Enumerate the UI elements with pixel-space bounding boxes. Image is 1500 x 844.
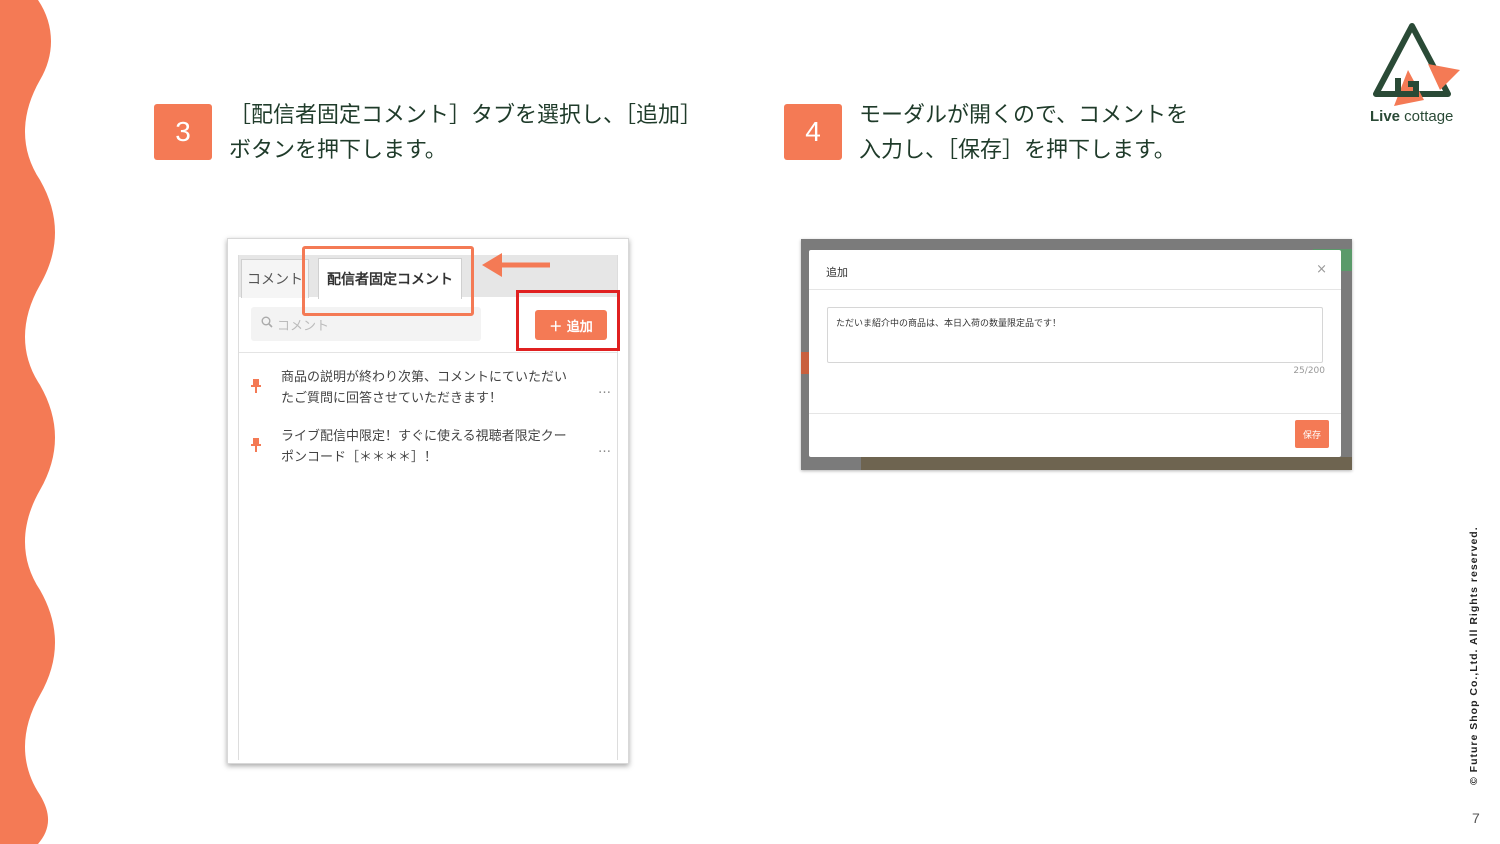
tab-comment[interactable]: コメント [241,259,309,298]
page-number: 7 [1472,810,1480,826]
divider [239,352,617,353]
pin-icon [251,438,261,459]
more-options-icon[interactable]: … [598,438,611,459]
pin-icon [251,379,261,400]
add-modal-screenshot: 追加 × ただいま紹介中の商品は、本日入荷の数量限定品です！ 25/200 保存 [801,239,1352,470]
step-instruction: ［配信者固定コメント］タブを選択し、［追加］ ボタンを押下します。 [229,103,703,163]
step-number-badge: 4 [784,104,842,160]
comment-textarea[interactable]: ただいま紹介中の商品は、本日入荷の数量限定品です！ [827,307,1323,363]
live-cottage-logo-icon [1373,23,1460,106]
step-instruction: モーダルが開くので、コメントを 入力し、［保存］を押下します。 [859,103,1189,163]
logo-wordmark: Live cottage [1370,108,1454,125]
tab-highlight-box [302,246,474,316]
copyright-notice: © Future Shop Co.,Ltd. All Rights reserv… [1468,526,1480,785]
character-count: 25/200 [1293,366,1325,376]
comment-text: 商品の説明が終わり次第、コメントにていただいたご質問に回答させていただきます！ [281,370,568,406]
modal-title: 追加 [826,266,848,279]
comment-text: ライブ配信中限定！すぐに使える視聴者限定クーポンコード［＊＊＊＊］！ [281,429,567,465]
step-3: 3 ［配信者固定コメント］タブを選択し、［追加］ ボタンを押下します。 [154,103,702,168]
search-icon [261,316,273,332]
step-number-badge: 3 [154,104,212,160]
add-comment-modal: 追加 × ただいま紹介中の商品は、本日入荷の数量限定品です！ 25/200 保存 [809,250,1341,457]
more-options-icon[interactable]: … [598,379,611,400]
close-icon[interactable]: × [1316,262,1327,277]
search-placeholder: コメント [277,318,330,334]
save-button[interactable]: 保存 [1295,420,1329,448]
decorative-wave [0,0,55,844]
divider [809,413,1341,414]
add-button-highlight-box [516,290,620,351]
step-4: 4 モーダルが開くので、コメントを 入力し、［保存］を押下します。 [784,103,1188,168]
background-element [861,457,1352,470]
divider [809,289,1341,290]
background-element [801,352,809,374]
arrow-left-icon [482,253,550,277]
